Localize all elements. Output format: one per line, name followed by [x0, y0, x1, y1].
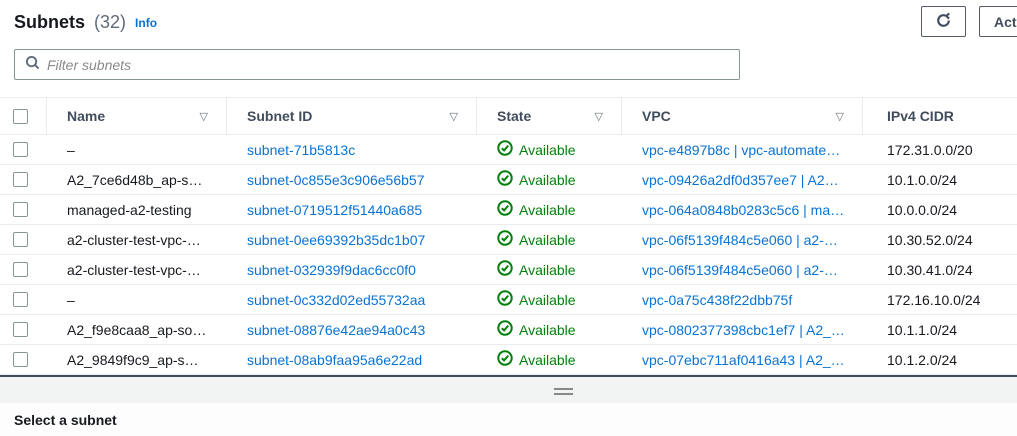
- column-header-vpc[interactable]: VPC ▽: [622, 98, 863, 134]
- row-checkbox[interactable]: [13, 142, 28, 157]
- header-actions: Actions: [921, 6, 1017, 37]
- state-label: Available: [519, 232, 576, 248]
- filter-subnets-input[interactable]: [47, 50, 739, 79]
- split-panel-divider: [0, 375, 1017, 403]
- row-checkbox[interactable]: [13, 172, 28, 187]
- column-header-state[interactable]: State ▽: [477, 98, 622, 134]
- row-checkbox[interactable]: [13, 292, 28, 307]
- vpc-link[interactable]: vpc-0a75c438f22dbb75f: [642, 292, 792, 308]
- split-panel-title: Select a subnet: [14, 412, 1003, 428]
- available-status-icon: [497, 290, 513, 309]
- actions-button-label: Actions: [994, 14, 1017, 30]
- vpc-link[interactable]: vpc-09426a2df0d357ee7 | A2…: [642, 172, 839, 188]
- vpc-link[interactable]: vpc-06f5139f484c5e060 | a2-…: [642, 232, 838, 248]
- available-status-icon: [497, 200, 513, 219]
- column-header-name[interactable]: Name ▽: [47, 98, 227, 134]
- ipv4-cidr: 10.0.0.0/24: [863, 202, 1017, 218]
- subnet-id-link[interactable]: subnet-0c855e3c906e56b57: [247, 172, 425, 188]
- state-label: Available: [519, 292, 576, 308]
- vpc-link[interactable]: vpc-07ebc711af0416a43 | A2_…: [642, 352, 845, 368]
- page-title: Subnets: [14, 12, 85, 33]
- ipv4-cidr: 10.30.52.0/24: [863, 232, 1017, 248]
- subnet-id-link[interactable]: subnet-08876e42ae94a0c43: [247, 322, 425, 338]
- refresh-icon: [935, 12, 952, 32]
- split-panel-drag-handle-icon[interactable]: [554, 388, 573, 395]
- table-row: A2_f9e8caa8_ap-so… subnet-08876e42ae94a0…: [0, 315, 1017, 345]
- column-header-ipv4-cidr[interactable]: IPv4 CIDR: [863, 98, 1017, 134]
- select-all-cell: [0, 98, 47, 134]
- table-row: A2_7ce6d48b_ap-s… subnet-0c855e3c906e56b…: [0, 165, 1017, 195]
- sort-icon: ▽: [450, 110, 476, 123]
- available-status-icon: [497, 170, 513, 189]
- table-row: a2-cluster-test-vpc-… subnet-0ee69392b35…: [0, 225, 1017, 255]
- search-icon: [25, 55, 40, 75]
- split-panel: Select a subnet: [0, 403, 1017, 436]
- subnet-id-link[interactable]: subnet-0ee69392b35dc1b07: [247, 232, 425, 248]
- ipv4-cidr: 172.31.0.0/20: [863, 142, 1017, 158]
- ipv4-cidr: 10.30.41.0/24: [863, 262, 1017, 278]
- ipv4-cidr: 10.1.2.0/24: [863, 352, 1017, 368]
- subnet-id-link[interactable]: subnet-71b5813c: [247, 142, 355, 158]
- subnet-id-link[interactable]: subnet-0c332d02ed55732aa: [247, 292, 425, 308]
- table-row: managed-a2-testing subnet-0719512f51440a…: [0, 195, 1017, 225]
- vpc-link[interactable]: vpc-064a0848b0283c5c6 | ma…: [642, 202, 844, 218]
- column-label: Name: [67, 108, 105, 124]
- select-all-checkbox[interactable]: [13, 109, 28, 124]
- available-status-icon: [497, 230, 513, 249]
- sort-icon: ▽: [595, 110, 621, 123]
- column-header-subnet-id[interactable]: Subnet ID ▽: [227, 98, 477, 134]
- sort-icon: ▽: [200, 110, 226, 123]
- table-header-row: Name ▽ Subnet ID ▽ State ▽ VPC ▽ IPv4 CI…: [0, 97, 1017, 135]
- subnet-id-link[interactable]: subnet-032939f9dac6cc0f0: [247, 262, 416, 278]
- state-label: Available: [519, 322, 576, 338]
- title-line: Subnets (32) Info: [14, 12, 1003, 33]
- actions-button[interactable]: Actions: [979, 6, 1017, 37]
- subnet-name: a2-cluster-test-vpc-…: [47, 232, 227, 248]
- subnet-name: A2_9849f9c9_ap-s…: [47, 352, 227, 368]
- state-label: Available: [519, 172, 576, 188]
- subnet-name: A2_f9e8caa8_ap-so…: [47, 322, 227, 338]
- vpc-link[interactable]: vpc-0802377398cbc1ef7 | A2_…: [642, 322, 845, 338]
- available-status-icon: [497, 140, 513, 159]
- sort-icon: ▽: [836, 110, 862, 123]
- subnet-name: managed-a2-testing: [47, 202, 227, 218]
- subnet-name: –: [47, 142, 227, 158]
- table-row: – subnet-0c332d02ed55732aa Available vpc…: [0, 285, 1017, 315]
- column-label: IPv4 CIDR: [887, 108, 954, 124]
- ipv4-cidr: 172.16.10.0/24: [863, 292, 1017, 308]
- subnet-id-link[interactable]: subnet-0719512f51440a685: [247, 202, 422, 218]
- row-checkbox[interactable]: [13, 262, 28, 277]
- refresh-button[interactable]: [921, 6, 966, 37]
- row-checkbox[interactable]: [13, 202, 28, 217]
- column-label: VPC: [642, 108, 671, 124]
- subnet-id-link[interactable]: subnet-08ab9faa95a6e22ad: [247, 352, 422, 368]
- filter-container: [14, 49, 740, 80]
- vpc-link[interactable]: vpc-06f5139f484c5e060 | a2-…: [642, 262, 838, 278]
- page-header: Subnets (32) Info Actions: [0, 0, 1017, 40]
- state-label: Available: [519, 202, 576, 218]
- column-label: State: [497, 108, 531, 124]
- row-checkbox[interactable]: [13, 322, 28, 337]
- available-status-icon: [497, 260, 513, 279]
- column-label: Subnet ID: [247, 108, 312, 124]
- row-checkbox[interactable]: [13, 232, 28, 247]
- ipv4-cidr: 10.1.1.0/24: [863, 322, 1017, 338]
- subnet-name: A2_7ce6d48b_ap-s…: [47, 172, 227, 188]
- subnet-name: –: [47, 292, 227, 308]
- subnet-name: a2-cluster-test-vpc-…: [47, 262, 227, 278]
- table-row: A2_9849f9c9_ap-s… subnet-08ab9faa95a6e22…: [0, 345, 1017, 375]
- ipv4-cidr: 10.1.0.0/24: [863, 172, 1017, 188]
- state-label: Available: [519, 352, 576, 368]
- info-link[interactable]: Info: [135, 16, 157, 30]
- row-checkbox[interactable]: [13, 352, 28, 367]
- subnet-count: (32): [94, 12, 126, 33]
- state-label: Available: [519, 142, 576, 158]
- state-label: Available: [519, 262, 576, 278]
- table-row: – subnet-71b5813c Available vpc-e4897b8c…: [0, 135, 1017, 165]
- subnets-table: Name ▽ Subnet ID ▽ State ▽ VPC ▽ IPv4 CI…: [0, 97, 1017, 375]
- vpc-link[interactable]: vpc-e4897b8c | vpc-automate…: [642, 142, 840, 158]
- available-status-icon: [497, 350, 513, 369]
- table-row: a2-cluster-test-vpc-… subnet-032939f9dac…: [0, 255, 1017, 285]
- available-status-icon: [497, 320, 513, 339]
